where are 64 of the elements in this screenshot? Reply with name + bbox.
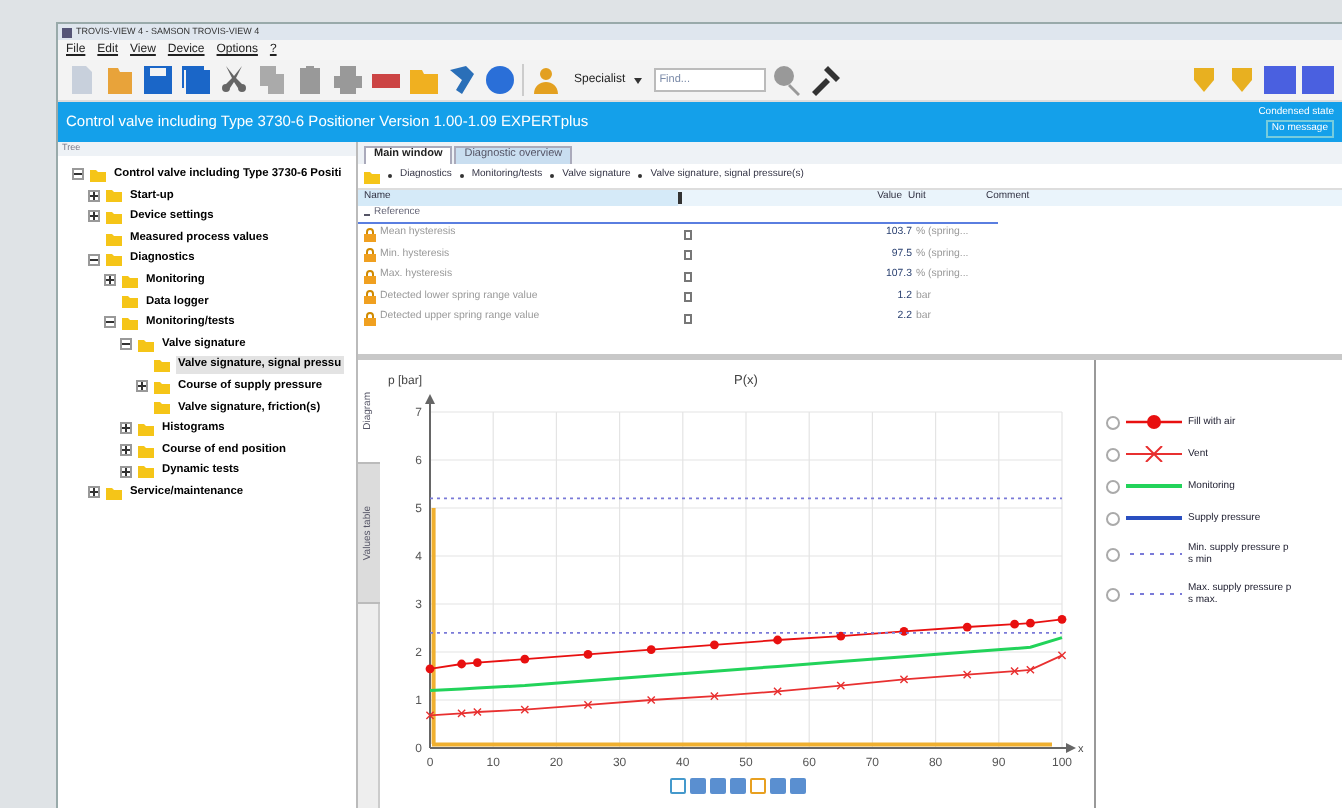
point (457, 709, 466, 718)
pin-icon[interactable] (1188, 64, 1220, 96)
point (962, 670, 972, 679)
breadcrumb-separator-icon (388, 174, 392, 178)
lock-icon (364, 269, 376, 284)
point (1057, 651, 1067, 660)
point (457, 659, 466, 669)
paste-icon[interactable] (294, 64, 326, 96)
chevron-button[interactable] (1106, 547, 1120, 561)
collapse-toggle[interactable] (71, 168, 83, 181)
lock-icon (364, 290, 376, 305)
expand-toggle[interactable] (87, 486, 99, 499)
point (962, 622, 972, 632)
point (1010, 619, 1019, 629)
point (520, 654, 530, 664)
chevron-button[interactable] (1106, 415, 1120, 429)
lock-icon (364, 311, 376, 326)
chevron-button[interactable] (1106, 511, 1120, 525)
point (899, 675, 909, 684)
lock-icon (364, 248, 376, 263)
collapse-toggle[interactable] (87, 253, 99, 266)
point (583, 700, 593, 710)
point (1026, 618, 1035, 628)
print-icon[interactable] (332, 64, 364, 96)
caret-icon (633, 77, 642, 83)
breadcrumb-separator-icon (550, 174, 555, 178)
point (473, 658, 482, 667)
point (773, 687, 782, 696)
expand-toggle[interactable] (119, 465, 131, 478)
folder-icon (364, 169, 380, 183)
lock-icon (364, 227, 376, 242)
expand-toggle[interactable] (119, 444, 131, 457)
save-icon[interactable] (142, 64, 174, 96)
chevron-button[interactable] (1106, 447, 1120, 461)
expand-toggle[interactable] (87, 210, 99, 223)
point (710, 691, 719, 701)
point (425, 664, 435, 674)
point (425, 711, 435, 720)
chevron-button[interactable] (1106, 587, 1120, 601)
expand-toggle[interactable] (103, 274, 115, 287)
point (520, 705, 530, 714)
point (710, 640, 719, 650)
point (646, 645, 656, 654)
point (773, 635, 782, 645)
expand-toggle[interactable] (87, 189, 99, 202)
point (1010, 666, 1019, 676)
breadcrumb-separator-icon (459, 174, 464, 178)
expand-toggle[interactable] (135, 380, 147, 393)
save-all-icon[interactable] (180, 64, 212, 96)
point (646, 695, 656, 705)
point (1057, 614, 1067, 624)
expand-toggle[interactable] (119, 422, 131, 435)
collapse-toggle[interactable] (119, 338, 131, 351)
user-icon[interactable] (530, 64, 562, 96)
cut-icon[interactable] (218, 64, 250, 96)
point (473, 707, 482, 717)
breadcrumb-separator-icon (638, 174, 643, 178)
point (583, 650, 593, 659)
chevron-button[interactable] (1106, 479, 1120, 493)
collapse-toggle[interactable] (103, 316, 115, 329)
point (1026, 665, 1035, 675)
tools-icon[interactable] (809, 64, 842, 96)
app-icon (62, 27, 72, 37)
point (836, 681, 846, 690)
